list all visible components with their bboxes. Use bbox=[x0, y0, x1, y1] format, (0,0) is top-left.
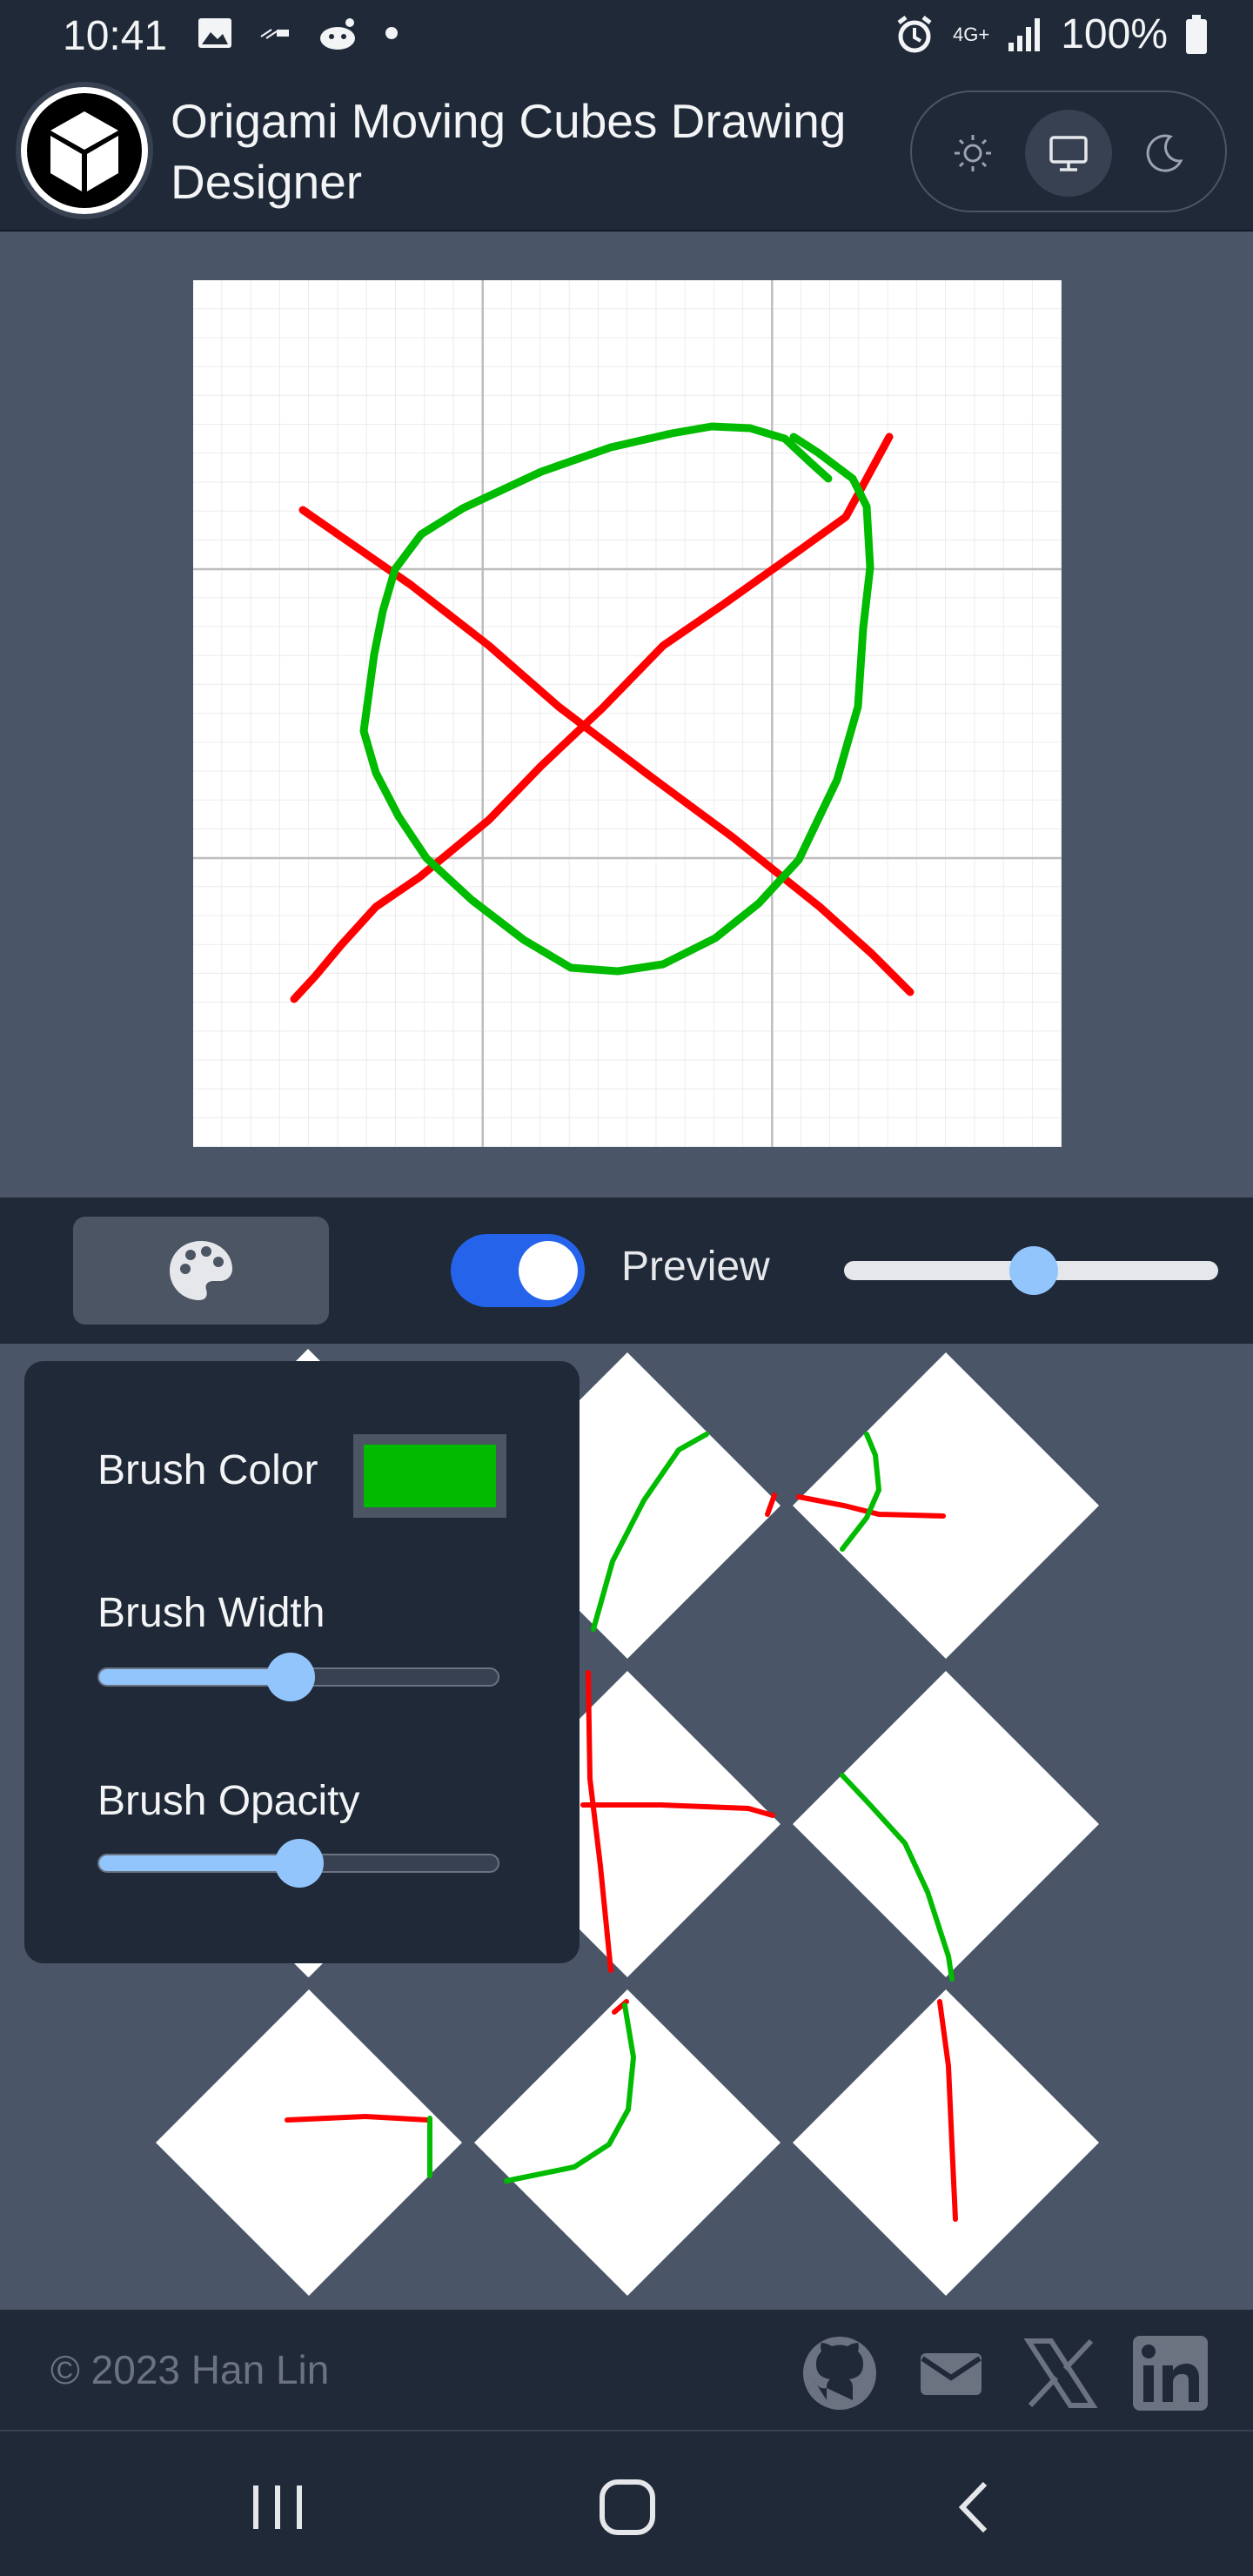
recent-apps-icon bbox=[253, 2485, 302, 2529]
battery-level: 100% bbox=[1061, 11, 1168, 57]
cube-tile bbox=[156, 1989, 462, 2296]
cube-icon[interactable] bbox=[21, 87, 148, 214]
preview-slider-thumb[interactable] bbox=[1009, 1246, 1058, 1295]
theme-system-button[interactable] bbox=[1025, 110, 1112, 197]
signal-icon bbox=[1008, 17, 1041, 51]
brush-color-picker[interactable] bbox=[353, 1434, 506, 1518]
battery-icon bbox=[1186, 14, 1207, 54]
palette-button[interactable] bbox=[73, 1217, 329, 1325]
status-left-icons bbox=[197, 16, 399, 50]
preview-label: Preview bbox=[621, 1244, 770, 1290]
github-icon[interactable] bbox=[801, 2334, 879, 2412]
mail-icon[interactable] bbox=[912, 2334, 990, 2412]
alarm-icon bbox=[897, 15, 932, 52]
page-title: Origami Moving Cubes Drawing Designer bbox=[171, 94, 847, 209]
brush-width-label: Brush Width bbox=[97, 1590, 325, 1636]
ex-icon bbox=[260, 29, 289, 39]
preview-slider[interactable] bbox=[844, 1246, 1218, 1295]
theme-dark-button[interactable] bbox=[1121, 110, 1208, 197]
back-button[interactable] bbox=[936, 2468, 1015, 2546]
theme-light-button[interactable] bbox=[929, 110, 1016, 197]
toggle-knob bbox=[519, 1241, 578, 1300]
brush-settings-popup: Brush Color Brush Width Brush Opacity bbox=[24, 1361, 580, 1963]
theme-switcher bbox=[910, 91, 1227, 212]
brush-opacity-fill bbox=[99, 1855, 299, 1871]
network-label: 4G+ bbox=[953, 23, 990, 45]
monitor-icon bbox=[1049, 136, 1088, 171]
image-icon bbox=[198, 18, 231, 48]
preview-toggle[interactable] bbox=[451, 1234, 585, 1307]
palette-icon bbox=[170, 1241, 232, 1300]
popup-caret-bottom bbox=[294, 1963, 322, 1977]
status-bar: 10:41 4G+ 100% bbox=[0, 0, 1253, 73]
brush-width-slider[interactable] bbox=[97, 1653, 499, 1701]
brush-opacity-slider[interactable] bbox=[97, 1839, 499, 1888]
dot-icon bbox=[385, 27, 398, 39]
x-icon[interactable] bbox=[1022, 2334, 1100, 2412]
recent-apps-button[interactable] bbox=[238, 2468, 317, 2546]
brush-color-swatch bbox=[364, 1445, 496, 1507]
reddit-icon bbox=[320, 18, 355, 50]
home-icon bbox=[600, 2479, 655, 2535]
footer: © 2023 Han Lin bbox=[0, 2310, 1253, 2432]
brush-opacity-label: Brush Opacity bbox=[97, 1778, 360, 1824]
cube-tile bbox=[793, 1671, 1099, 1977]
status-time: 10:41 bbox=[63, 13, 168, 59]
brush-color-label: Brush Color bbox=[97, 1447, 318, 1493]
linkedin-icon[interactable] bbox=[1131, 2334, 1209, 2412]
app-header: Origami Moving Cubes Drawing Designer bbox=[0, 73, 1253, 231]
system-nav-bar bbox=[0, 2432, 1253, 2576]
status-right: 4G+ 100% bbox=[894, 10, 1208, 58]
back-icon bbox=[958, 2481, 988, 2533]
brush-opacity-thumb[interactable] bbox=[275, 1839, 324, 1888]
sun-icon bbox=[955, 135, 991, 171]
toolbar: Preview bbox=[0, 1197, 1253, 1344]
drawing-canvas[interactable] bbox=[193, 280, 1062, 1147]
moon-icon bbox=[1146, 134, 1183, 172]
brush-width-fill bbox=[99, 1669, 291, 1685]
copyright: © 2023 Han Lin bbox=[50, 2347, 330, 2392]
home-button[interactable] bbox=[588, 2468, 667, 2546]
brush-width-thumb[interactable] bbox=[266, 1653, 315, 1701]
